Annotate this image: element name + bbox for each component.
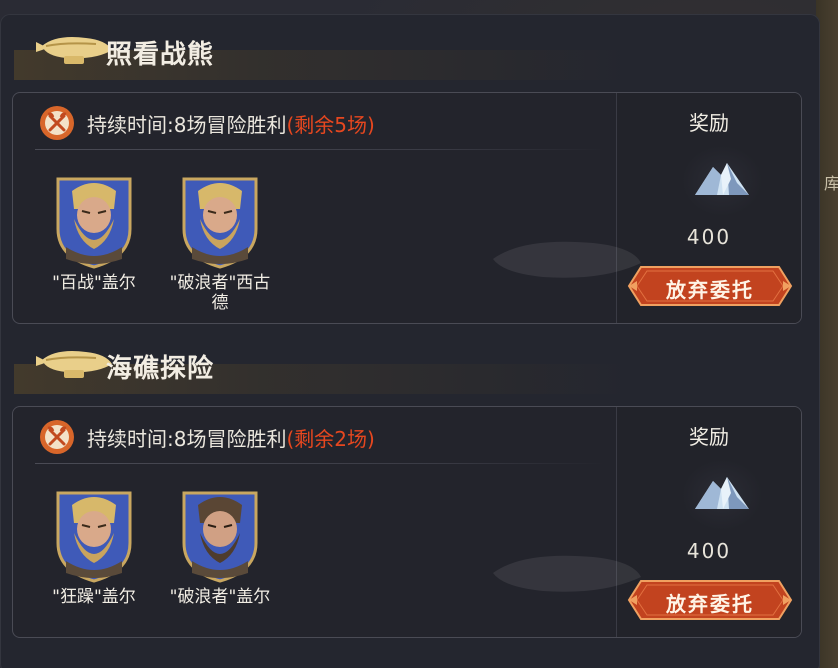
hero-slot[interactable]: "狂躁"盖尔: [29, 483, 159, 607]
crystal-ore-icon: [695, 477, 749, 509]
airship-icon: [36, 37, 112, 64]
hero-name: "狂躁"盖尔: [52, 587, 136, 607]
crossed-axes-badge-icon: [40, 420, 74, 454]
airship-icon: [36, 351, 112, 378]
section-title: 照看战熊: [106, 40, 215, 70]
crossed-axes-badge-icon: [40, 106, 74, 140]
duration-row: 持续时间:8场冒险胜利(剩余2场): [35, 417, 605, 464]
commission-card: 持续时间:8场冒险胜利(剩余5场) "百战"盖尔 "破浪者"西古 德 奖励 40…: [12, 92, 802, 324]
commission-screen: 库 照看战熊 持续时间:8场冒险胜利(剩余5场) "百战"盖尔 "破浪者"西古 …: [0, 0, 838, 668]
crystal-ore-icon: [695, 163, 749, 195]
abandon-button-label: 放弃委托: [666, 278, 754, 302]
reward-label: 奖励: [689, 425, 729, 449]
hero-slot[interactable]: "破浪者"盖尔: [155, 483, 285, 607]
hero-name: "百战"盖尔: [52, 273, 136, 293]
blonde-bearded-warrior-portrait: [182, 177, 258, 269]
commission-card: 持续时间:8场冒险胜利(剩余2场) "狂躁"盖尔 "破浪者"盖尔 奖励 400 …: [12, 406, 802, 638]
brown-bearded-warrior-portrait: [182, 491, 258, 583]
duration-text: 持续时间:8场冒险胜利: [87, 113, 287, 137]
reward-label: 奖励: [689, 111, 729, 135]
duration-text: 持续时间:8场冒险胜利: [87, 427, 287, 451]
abandon-commission-button[interactable]: 放弃委托: [627, 579, 793, 621]
duration-row: 持续时间:8场冒险胜利(剩余5场): [35, 103, 605, 150]
blonde-bearded-warrior-portrait: [56, 177, 132, 269]
section-header: 照看战熊: [14, 18, 634, 80]
hero-name: "破浪者"西古 德: [169, 273, 271, 313]
reward-amount: 400: [686, 225, 732, 249]
remaining-count-text: (剩余2场): [286, 427, 375, 451]
hero-slot[interactable]: "百战"盖尔: [29, 169, 159, 293]
abandon-commission-button[interactable]: 放弃委托: [627, 265, 793, 307]
reward-amount: 400: [686, 539, 732, 563]
blonde-bearded-warrior-portrait: [56, 491, 132, 583]
section-title: 海礁探险: [106, 354, 215, 384]
remaining-count-text: (剩余5场): [286, 113, 375, 137]
section-header: 海礁探险: [14, 332, 634, 394]
hero-name: "破浪者"盖尔: [169, 587, 271, 607]
map-tag-text: 库: [823, 174, 838, 193]
hero-slot[interactable]: "破浪者"西古 德: [155, 169, 285, 313]
abandon-button-label: 放弃委托: [666, 592, 754, 616]
